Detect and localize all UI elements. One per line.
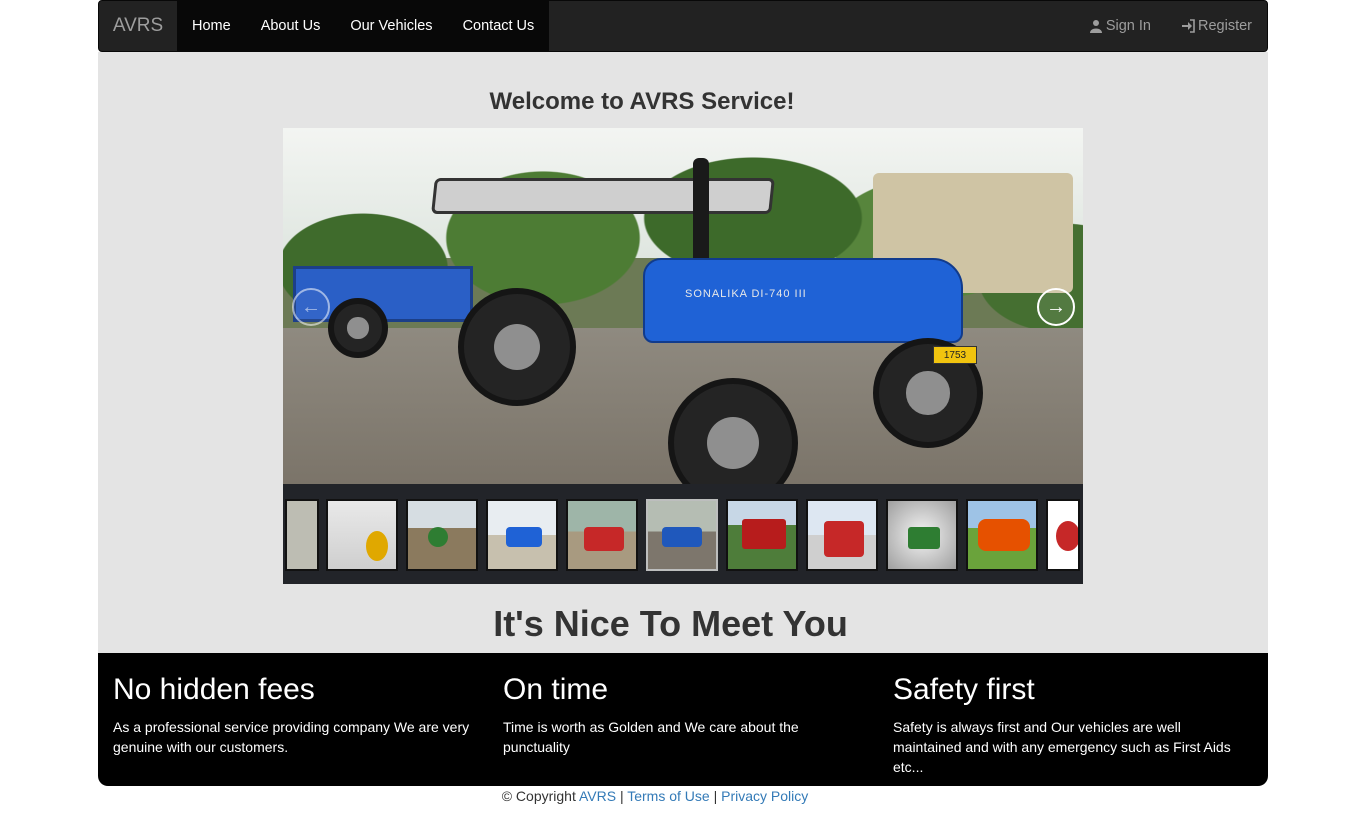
thumbnail-4[interactable]	[486, 499, 558, 571]
feature-safety-first: Safety first Safety is always first and …	[878, 653, 1268, 786]
nav-home[interactable]: Home	[177, 1, 246, 51]
slide-plate-text: 1753	[933, 346, 977, 364]
feature-no-hidden-fees: No hidden fees As a professional service…	[98, 653, 488, 786]
carousel-prev-button[interactable]: ←	[292, 288, 330, 326]
thumbnail-1[interactable]	[285, 499, 319, 571]
page-footer: © Copyright AVRS | Terms of Use | Privac…	[0, 788, 1310, 804]
tractor-slide-image: SONALIKA DI-740 III 1753	[283, 128, 1083, 484]
thumbnail-strip	[283, 484, 1083, 584]
feature-title: No hidden fees	[113, 673, 315, 706]
thumbnail-9[interactable]	[886, 499, 958, 571]
privacy-policy-link[interactable]: Privacy Policy	[721, 788, 808, 804]
nav-contact-us[interactable]: Contact Us	[448, 1, 550, 51]
footer-brand-link[interactable]: AVRS	[579, 788, 616, 804]
copyright-text: © Copyright	[501, 788, 576, 804]
register-link[interactable]: Register	[1166, 1, 1267, 51]
top-navbar: AVRS Home About Us Our Vehicles Contact …	[98, 0, 1268, 52]
register-label: Register	[1198, 18, 1252, 34]
thumbnail-3[interactable]	[406, 499, 478, 571]
arrow-right-icon: →	[1046, 295, 1066, 318]
vehicle-carousel[interactable]: SONALIKA DI-740 III 1753 ← →	[283, 128, 1083, 484]
sign-in-link[interactable]: Sign In	[1074, 1, 1166, 51]
feature-title: Safety first	[893, 673, 1035, 706]
feature-text: Safety is always first and Our vehicles …	[893, 719, 1231, 775]
section-heading: It's Nice To Meet You	[493, 603, 848, 644]
auth-nav: Sign In Register	[1074, 1, 1267, 51]
thumbnail-8[interactable]	[806, 499, 878, 571]
main-nav: Home About Us Our Vehicles Contact Us	[177, 1, 550, 51]
login-icon	[1182, 19, 1195, 33]
welcome-heading: Welcome to AVRS Service!	[489, 88, 795, 115]
terms-of-use-link[interactable]: Terms of Use	[627, 788, 709, 804]
main-panel: Welcome to AVRS Service! SONALIKA DI-740…	[98, 52, 1268, 653]
nav-our-vehicles[interactable]: Our Vehicles	[335, 1, 447, 51]
features-section: No hidden fees As a professional service…	[98, 653, 1268, 786]
feature-text: Time is worth as Golden and We care abou…	[503, 719, 799, 755]
thumbnail-6-active[interactable]	[646, 499, 718, 571]
thumbnail-2[interactable]	[326, 499, 398, 571]
brand-link[interactable]: AVRS	[99, 1, 177, 51]
thumbnail-11[interactable]	[1046, 499, 1080, 571]
carousel-next-button[interactable]: →	[1037, 288, 1075, 326]
arrow-left-icon: ←	[301, 295, 321, 318]
feature-on-time: On time Time is worth as Golden and We c…	[488, 653, 878, 786]
footer-separator: |	[713, 788, 718, 804]
footer-separator: |	[619, 788, 624, 804]
feature-title: On time	[503, 673, 609, 706]
sign-in-label: Sign In	[1105, 18, 1151, 34]
nav-about-us[interactable]: About Us	[246, 1, 336, 51]
thumbnail-10[interactable]	[966, 499, 1038, 571]
thumbnail-7[interactable]	[726, 499, 798, 571]
feature-text: As a professional service providing comp…	[113, 719, 470, 755]
thumbnail-5[interactable]	[566, 499, 638, 571]
slide-hood-text: SONALIKA DI-740 III	[685, 288, 807, 300]
user-icon	[1089, 20, 1102, 33]
